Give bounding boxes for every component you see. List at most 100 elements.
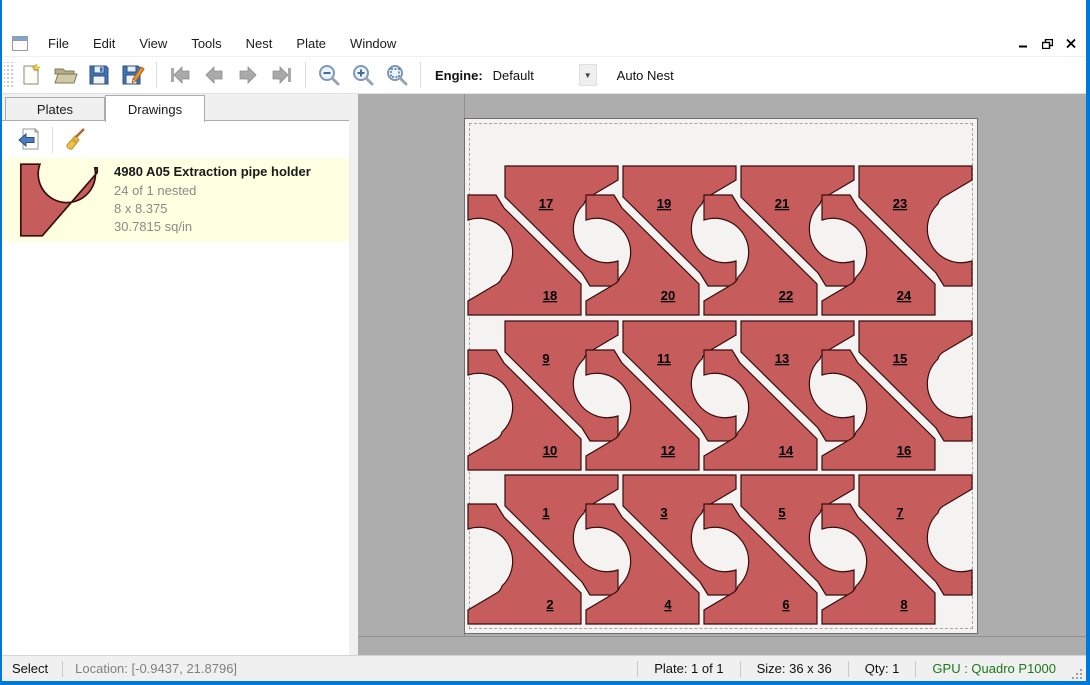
part-number-3: 3: [660, 505, 667, 520]
mdi-close-icon: [1066, 39, 1076, 48]
part-number-12: 12: [661, 443, 675, 458]
save-button[interactable]: [82, 59, 116, 91]
part-number-9: 9: [542, 351, 549, 366]
part-number-13: 13: [775, 351, 789, 366]
nest-svg: 171819202122232491011121314151612345678: [465, 119, 979, 635]
save-icon: [87, 63, 111, 87]
part-number-1: 1: [542, 505, 549, 520]
part-number-24: 24: [897, 288, 912, 303]
menu-bar: FileEditViewToolsNestPlateWindow: [2, 30, 1086, 57]
part-number-5: 5: [778, 505, 785, 520]
part-number-21: 21: [775, 196, 789, 211]
mdi-restore-icon: [1042, 39, 1053, 49]
main-area: Plates Drawings: [2, 94, 1086, 655]
menu-plate[interactable]: Plate: [284, 31, 338, 56]
auto-nest-button[interactable]: Auto Nest: [609, 63, 682, 88]
app-window: OpenNest - [N0317-002] FileEditViewTools…: [0, 0, 1090, 685]
toolbar-grip[interactable]: [4, 62, 14, 88]
menu-file[interactable]: File: [36, 31, 81, 56]
status-gpu: GPU : Quadro P1000: [916, 661, 1070, 676]
next-plate-icon: [236, 65, 260, 85]
clean-button[interactable]: [59, 124, 93, 156]
status-size: Size: 36 x 36: [741, 661, 848, 676]
previous-plate-icon: [202, 65, 226, 85]
plate-origin-axis-horizontal: [358, 636, 1086, 637]
part-number-6: 6: [782, 597, 789, 612]
save-as-button[interactable]: [116, 59, 150, 91]
engine-value: Default: [493, 68, 579, 83]
status-mode: Select: [2, 661, 62, 676]
new-file-button[interactable]: [14, 59, 48, 91]
menu-nest[interactable]: Nest: [234, 31, 285, 56]
tab-strip: Plates Drawings: [2, 94, 349, 121]
status-location: Location: [-0.9437, 21.8796]: [63, 661, 637, 676]
new-file-icon: [19, 63, 43, 87]
menu-edit[interactable]: Edit: [81, 31, 127, 56]
engine-label: Engine:: [435, 68, 483, 83]
menu-items: FileEditViewToolsNestPlateWindow: [36, 31, 408, 56]
panel-toolbar-separator: [52, 127, 53, 153]
toolbar-separator: [420, 62, 421, 88]
mdi-minimize-button[interactable]: [1014, 35, 1032, 53]
status-bar: Select Location: [-0.9437, 21.8796] Plat…: [2, 655, 1086, 681]
toolbar-separator: [305, 62, 306, 88]
previous-plate-button[interactable]: [197, 59, 231, 91]
zoom-out-button[interactable]: [312, 59, 346, 91]
engine-dropdown[interactable]: Default ▼: [489, 63, 597, 87]
window-frame: FileEditViewToolsNestPlateWindow: [2, 0, 1086, 681]
menu-view[interactable]: View: [127, 31, 179, 56]
part-thumbnail: [18, 163, 100, 237]
part-number-18: 18: [543, 288, 557, 303]
first-plate-icon: [168, 65, 192, 85]
save-as-icon: [121, 63, 146, 87]
zoom-fit-button[interactable]: [380, 59, 414, 91]
status-qty: Qty: 1: [849, 661, 916, 676]
part-number-2: 2: [546, 597, 553, 612]
part-number-11: 11: [657, 351, 671, 366]
part-number-4: 4: [664, 597, 672, 612]
part-number-20: 20: [661, 288, 675, 303]
menu-tools[interactable]: Tools: [179, 31, 233, 56]
panel-splitter[interactable]: [349, 94, 358, 655]
part-number-16: 16: [897, 443, 911, 458]
open-folder-icon: [53, 63, 78, 87]
menu-window[interactable]: Window: [338, 31, 408, 56]
toolbar-separator: [156, 62, 157, 88]
resize-grip[interactable]: [1070, 667, 1084, 681]
plate-sheet[interactable]: 171819202122232491011121314151612345678: [464, 118, 978, 634]
part-number-22: 22: [779, 288, 793, 303]
status-plate: Plate: 1 of 1: [638, 661, 739, 676]
drawing-item-text: 4980 A05 Extraction pipe holder 24 of 1 …: [114, 164, 311, 236]
left-panel: Plates Drawings: [2, 94, 349, 655]
drawing-title: 4980 A05 Extraction pipe holder: [114, 164, 311, 179]
part-number-19: 19: [657, 196, 671, 211]
first-plate-button[interactable]: [163, 59, 197, 91]
part-number-23: 23: [893, 196, 907, 211]
part-number-7: 7: [896, 505, 903, 520]
mdi-child-icon: [12, 36, 28, 51]
part-number-15: 15: [893, 351, 907, 366]
clean-broom-icon: [63, 127, 89, 153]
part-number-10: 10: [543, 443, 557, 458]
drawing-list-item[interactable]: 4980 A05 Extraction pipe holder 24 of 1 …: [2, 158, 349, 242]
zoom-in-button[interactable]: [346, 59, 380, 91]
mdi-minimize-icon: [1019, 39, 1028, 48]
return-drawing-icon: [16, 127, 42, 153]
part-number-17: 17: [539, 196, 553, 211]
drawing-area: 30.7815 sq/in: [114, 218, 311, 236]
dropdown-arrow-icon: ▼: [579, 64, 597, 86]
nest-canvas[interactable]: 171819202122232491011121314151612345678: [358, 94, 1086, 655]
drawings-toolbar: [2, 121, 349, 158]
part-number-8: 8: [900, 597, 907, 612]
tab-drawings[interactable]: Drawings: [105, 95, 205, 122]
next-plate-button[interactable]: [231, 59, 265, 91]
mdi-restore-button[interactable]: [1038, 35, 1056, 53]
last-plate-button[interactable]: [265, 59, 299, 91]
open-button[interactable]: [48, 59, 82, 91]
tab-plates[interactable]: Plates: [5, 97, 105, 121]
zoom-in-icon: [351, 63, 375, 87]
return-drawing-button[interactable]: [12, 124, 46, 156]
mdi-close-button[interactable]: [1062, 35, 1080, 53]
drawing-nested-count: 24 of 1 nested: [114, 182, 311, 200]
main-toolbar: Engine: Default ▼ Auto Nest: [2, 57, 1086, 94]
